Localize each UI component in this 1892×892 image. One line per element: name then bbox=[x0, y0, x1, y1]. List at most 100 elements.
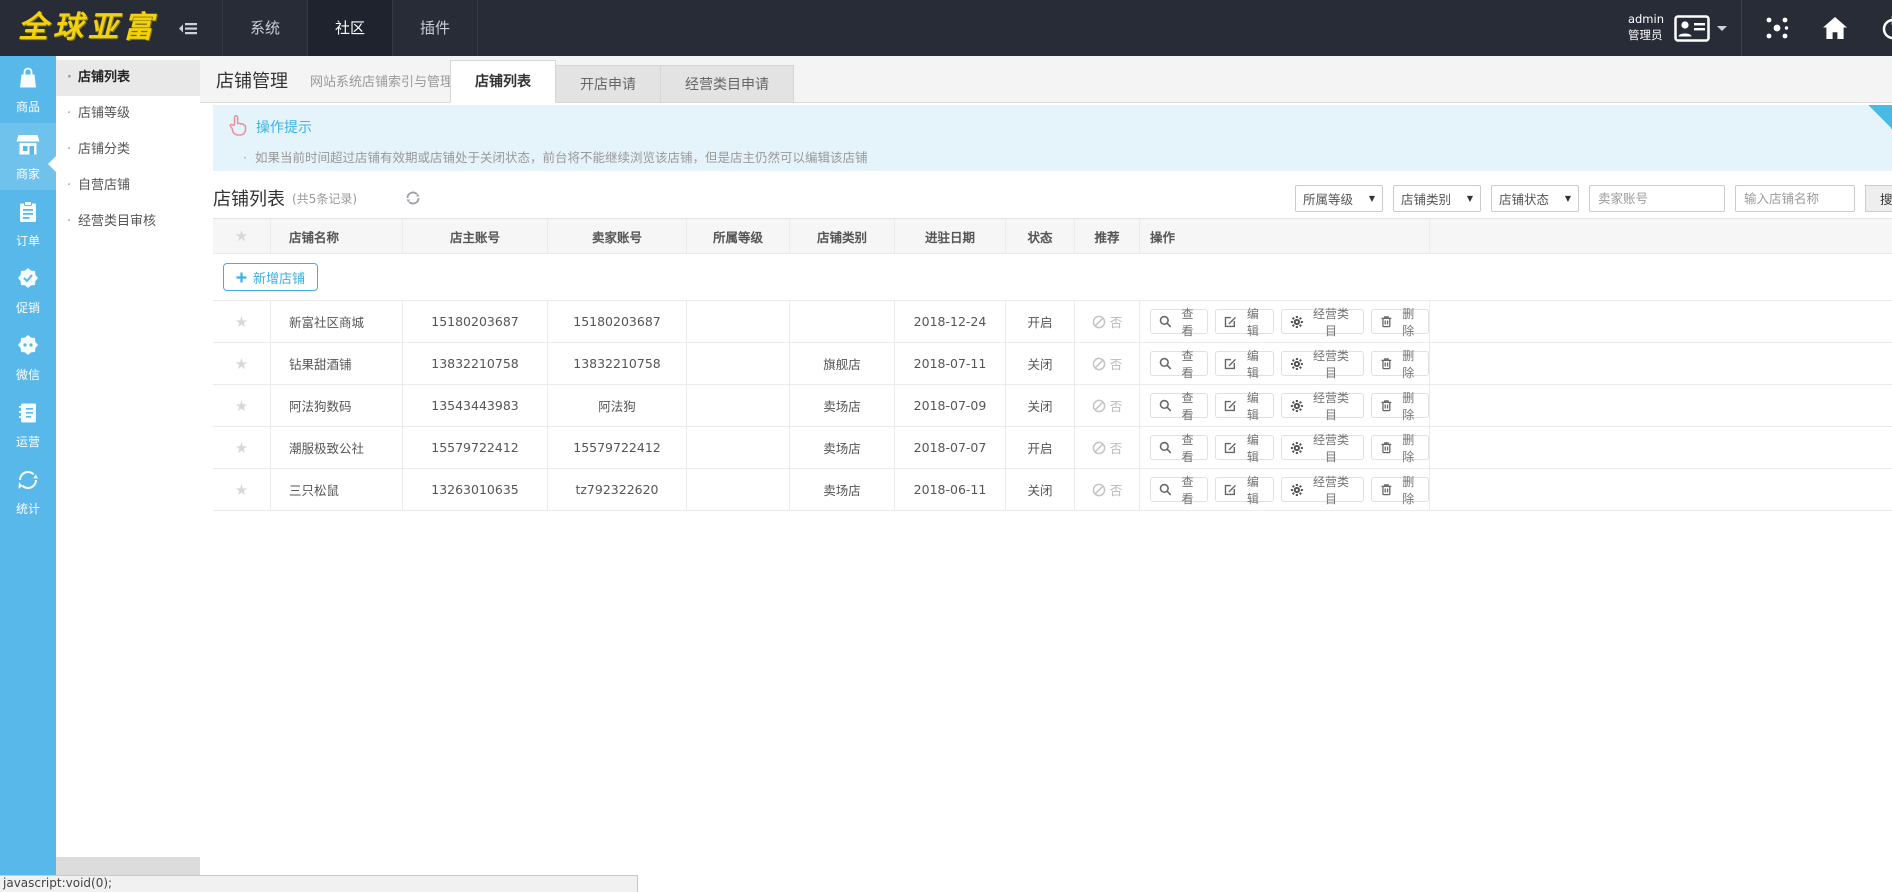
edit-button[interactable]: 编辑 bbox=[1215, 477, 1273, 502]
delete-button[interactable]: 删除 bbox=[1371, 351, 1429, 376]
sidebar-item-label: 运营 bbox=[16, 433, 40, 450]
sidebar-item-label: 商品 bbox=[16, 98, 40, 115]
view-button[interactable]: 查看 bbox=[1150, 435, 1208, 460]
add-shop-button[interactable]: 新增店铺 bbox=[223, 263, 318, 291]
cell-star: ★ bbox=[213, 301, 271, 343]
recommend-value: 否 bbox=[1110, 354, 1123, 373]
main-content: 店铺管理 网站系统店铺索引与管理 店铺列表 开店申请 经营类目申请 操作提示 如… bbox=[200, 56, 1892, 892]
cell-level bbox=[687, 469, 790, 511]
star-icon[interactable]: ★ bbox=[235, 481, 248, 499]
type-filter-select[interactable]: 店铺类别▼ bbox=[1393, 185, 1481, 212]
edit-pencil-icon bbox=[1224, 399, 1237, 412]
active-submenu-arrow bbox=[192, 126, 200, 142]
delete-button[interactable]: 删除 bbox=[1371, 435, 1429, 460]
share-network-icon[interactable] bbox=[1764, 15, 1790, 41]
promotion-badge-icon bbox=[15, 266, 41, 296]
view-button[interactable]: 查看 bbox=[1150, 309, 1208, 334]
sidebar-item-label: 商家 bbox=[16, 165, 40, 182]
sidebar-item-wechat[interactable]: 微信 bbox=[0, 324, 56, 391]
tab-category-application[interactable]: 经营类目申请 bbox=[661, 65, 794, 103]
sidebar-item-promotion[interactable]: 促销 bbox=[0, 257, 56, 324]
sidebar-item-label: 统计 bbox=[16, 500, 40, 517]
category-button[interactable]: 经营类目 bbox=[1281, 393, 1364, 418]
cell-entry-date: 2018-06-11 bbox=[895, 469, 1006, 511]
gear-icon bbox=[1290, 441, 1304, 455]
top-menu: 系统 社区 插件 bbox=[222, 0, 478, 56]
cell-seller-account: 13832210758 bbox=[548, 343, 687, 385]
user-role: 管理员 bbox=[1628, 28, 1664, 44]
submenu-item-category-audit[interactable]: 经营类目审核 bbox=[56, 204, 200, 240]
refresh-icon[interactable] bbox=[405, 190, 421, 206]
star-icon[interactable]: ★ bbox=[235, 397, 248, 415]
chevron-down-icon: ▼ bbox=[1369, 194, 1375, 203]
delete-button[interactable]: 删除 bbox=[1371, 477, 1429, 502]
logout-power-icon[interactable] bbox=[1880, 15, 1892, 41]
submenu-item-shop-grade[interactable]: 店铺等级 bbox=[56, 96, 200, 132]
table-row: ★ 钻果甜酒铺 13832210758 13832210758 旗舰店 2018… bbox=[213, 343, 1892, 385]
top-menu-community[interactable]: 社区 bbox=[308, 0, 393, 56]
page-subtitle: 网站系统店铺索引与管理 bbox=[310, 71, 453, 90]
user-menu-caret-icon[interactable] bbox=[1717, 26, 1727, 31]
edit-button[interactable]: 编辑 bbox=[1215, 435, 1273, 460]
cell-shop-name: 潮服极致公社 bbox=[271, 427, 403, 469]
filter-bar: 所属等级▼ 店铺类别▼ 店铺状态▼ 搜索 bbox=[1295, 185, 1892, 212]
record-count: (共5条记录) bbox=[292, 190, 357, 207]
edit-button[interactable]: 编辑 bbox=[1215, 309, 1273, 334]
collapse-menu-icon[interactable] bbox=[178, 21, 198, 40]
view-button[interactable]: 查看 bbox=[1150, 351, 1208, 376]
level-filter-select[interactable]: 所属等级 ▼ bbox=[1295, 185, 1383, 212]
plus-icon bbox=[236, 272, 247, 283]
home-icon[interactable] bbox=[1822, 16, 1848, 40]
chevron-down-icon: ▼ bbox=[1467, 194, 1473, 203]
col-seller-account: 卖家账号 bbox=[548, 218, 687, 254]
view-button[interactable]: 查看 bbox=[1150, 393, 1208, 418]
sidebar-item-goods[interactable]: 商品 bbox=[0, 56, 56, 123]
status-filter-select[interactable]: 店铺状态▼ bbox=[1491, 185, 1579, 212]
top-menu-system[interactable]: 系统 bbox=[222, 0, 308, 56]
cell-type: 卖场店 bbox=[790, 469, 895, 511]
tab-open-application[interactable]: 开店申请 bbox=[556, 65, 661, 103]
top-menu-plugins[interactable]: 插件 bbox=[393, 0, 478, 56]
tip-line: 如果当前时间超过店铺有效期或店铺处于关闭状态，前台将不能继续浏览该店铺，但是店主… bbox=[243, 147, 868, 166]
sidebar-item-orders[interactable]: 订单 bbox=[0, 190, 56, 257]
col-shop-name: 店铺名称 bbox=[271, 218, 403, 254]
category-button[interactable]: 经营类目 bbox=[1281, 309, 1364, 334]
delete-button[interactable]: 删除 bbox=[1371, 309, 1429, 334]
star-icon[interactable]: ★ bbox=[235, 439, 248, 457]
level-filter-label: 所属等级 bbox=[1303, 189, 1353, 208]
gear-icon bbox=[1290, 399, 1304, 413]
view-button[interactable]: 查看 bbox=[1150, 477, 1208, 502]
category-button[interactable]: 经营类目 bbox=[1281, 477, 1364, 502]
category-button[interactable]: 经营类目 bbox=[1281, 435, 1364, 460]
submenu-item-shop-list[interactable]: 店铺列表 bbox=[56, 60, 200, 96]
browser-status-bar: javascript:void(0); bbox=[0, 875, 638, 892]
tab-shop-list[interactable]: 店铺列表 bbox=[450, 60, 556, 103]
cell-shop-name: 钻果甜酒铺 bbox=[271, 343, 403, 385]
edit-pencil-icon bbox=[1224, 441, 1237, 454]
star-icon[interactable]: ★ bbox=[235, 355, 248, 373]
trash-icon bbox=[1380, 441, 1393, 454]
star-icon[interactable]: ★ bbox=[235, 313, 248, 331]
delete-button[interactable]: 删除 bbox=[1371, 393, 1429, 418]
shop-name-input[interactable] bbox=[1735, 185, 1855, 212]
magnifier-icon bbox=[1159, 399, 1172, 412]
sidebar-item-operations[interactable]: 运营 bbox=[0, 391, 56, 458]
sidebar-item-statistics[interactable]: 统计 bbox=[0, 458, 56, 525]
category-button[interactable]: 经营类目 bbox=[1281, 351, 1364, 376]
submenu-item-self-shop[interactable]: 自营店铺 bbox=[56, 168, 200, 204]
id-card-icon[interactable] bbox=[1674, 15, 1710, 42]
cell-filler bbox=[1430, 301, 1892, 343]
page-header: 店铺管理 网站系统店铺索引与管理 店铺列表 开店申请 经营类目申请 bbox=[200, 56, 1892, 103]
col-owner-account: 店主账号 bbox=[403, 218, 548, 254]
magnifier-icon bbox=[1159, 315, 1172, 328]
seller-account-input[interactable] bbox=[1589, 185, 1725, 212]
cell-type bbox=[790, 301, 895, 343]
col-level: 所属等级 bbox=[687, 218, 790, 254]
edit-button[interactable]: 编辑 bbox=[1215, 393, 1273, 418]
top-bar: 全球亚富 系统 社区 插件 admin 管理员 bbox=[0, 0, 1892, 56]
edit-button[interactable]: 编辑 bbox=[1215, 351, 1273, 376]
status-filter-label: 店铺状态 bbox=[1499, 189, 1549, 208]
table-row: ★ 三只松鼠 13263010635 tz792322620 卖场店 2018-… bbox=[213, 469, 1892, 511]
submenu-item-shop-category[interactable]: 店铺分类 bbox=[56, 132, 200, 168]
search-button[interactable]: 搜索 bbox=[1865, 185, 1892, 212]
